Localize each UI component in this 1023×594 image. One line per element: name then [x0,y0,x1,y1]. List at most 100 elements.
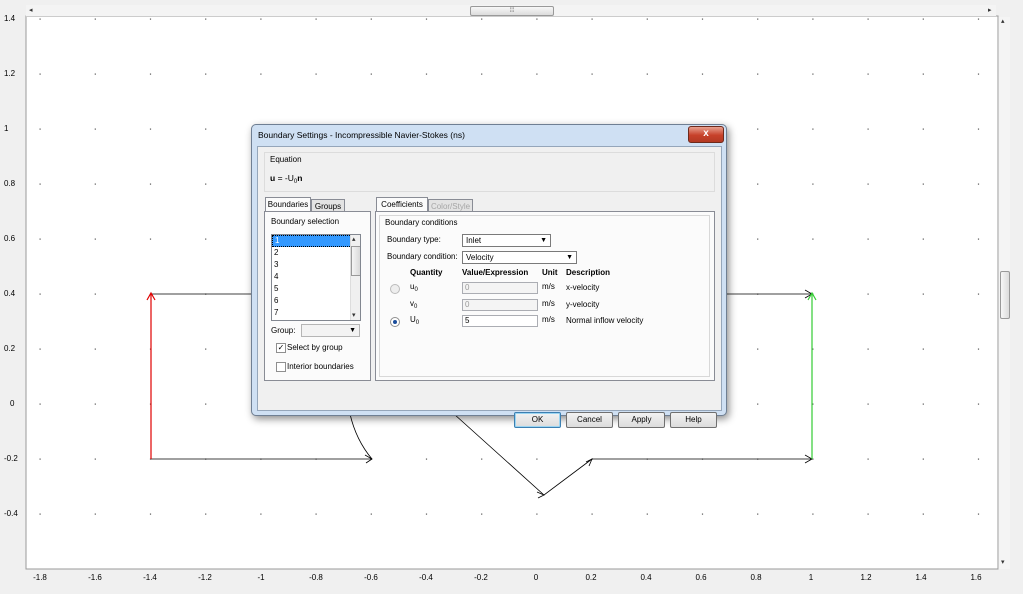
scroll-up-icon[interactable]: ▴ [1001,17,1005,26]
x-tick: 1.6 [970,573,982,582]
quantity-sub: 0 [415,320,420,326]
x-tick: -1.2 [198,573,212,582]
scroll-down-icon[interactable]: ▾ [1001,558,1005,567]
grid-dot [205,128,207,130]
group-label: Group: [271,326,296,335]
grid-dot [94,293,96,295]
boundary-condition-select[interactable]: Velocity ▼ [462,251,577,264]
cancel-button[interactable]: Cancel [566,412,613,428]
y-tick: -0.2 [4,454,18,463]
v0-value-input[interactable]: 0 [462,299,538,311]
list-item[interactable]: 4 [272,271,360,283]
vertical-scrollbar[interactable]: ▴ ▾ [998,17,1010,569]
grid-dot [94,348,96,350]
grid-dot [867,73,869,75]
quantity-v0: v0 [410,299,417,310]
scroll-up-icon[interactable]: ▴ [352,235,356,244]
grid-dot [205,513,207,515]
y-tick: 0.6 [4,234,16,243]
header-unit: Unit [542,268,558,277]
grid-dot [39,183,41,185]
grid-dot [260,73,262,75]
scroll-left-icon[interactable]: ◂ [29,6,33,15]
list-scroll-thumb[interactable] [351,246,360,276]
select-by-group-checkbox[interactable]: ✓ [276,343,286,353]
y-tick: 0 [10,399,15,408]
scroll-down-icon[interactable]: ▾ [352,311,356,320]
grid-dot [977,18,980,20]
grid-dot [205,403,207,405]
grid-dot [867,183,869,185]
list-item[interactable]: 5 [272,283,360,295]
x-tick: -0.2 [474,573,488,582]
equation-group: Equation u = -U0n [264,152,715,192]
grid-dot [260,513,262,515]
radio-U0[interactable] [390,317,400,327]
grid-dot [536,458,538,460]
group-combo[interactable]: ▼ [301,324,360,337]
tab-boundaries[interactable]: Boundaries [265,197,311,212]
grid-dot [646,73,648,75]
grid-dot [867,348,869,350]
y-tick: 0.2 [4,344,16,353]
grid-dot [536,513,538,515]
grid-dot [867,128,869,130]
coefficients-panel: Boundary conditions Boundary type: Inlet… [375,211,715,381]
grid-dot [149,128,152,130]
grid-dot [536,18,538,20]
dialog-titlebar[interactable]: Boundary Settings - Incompressible Navie… [252,125,726,146]
grid-dot [812,513,814,515]
U0-value-input[interactable]: 5 [462,315,538,327]
boundary-selection-list[interactable]: 1 2 3 4 5 6 7 ▴ ▾ [271,234,361,321]
interior-boundaries-checkbox[interactable] [276,362,286,372]
grid-dot [922,18,924,20]
grid-dot [149,238,152,240]
equation-rhs: n [297,173,303,183]
quantity-sub: 0 [414,304,418,310]
grid-dot [922,73,924,75]
u0-value-input[interactable]: 0 [462,282,538,294]
list-item[interactable]: 3 [272,259,360,271]
list-item[interactable]: 2 [272,247,360,259]
grid-dot [370,18,372,20]
horizontal-scroll-thumb[interactable]: ⦙⦙⦙ [470,6,554,16]
grid-dot [536,73,538,75]
dialog-client: Equation u = -U0n Boundaries Groups Boun… [257,146,722,428]
y-tick: -0.4 [4,509,18,518]
grid-dot [591,513,593,515]
scroll-right-icon[interactable]: ▸ [988,6,992,15]
x-tick: -1.8 [33,573,47,582]
grid-dot [977,183,980,185]
horizontal-scrollbar[interactable]: ◂ ⦙⦙⦙ ▸ [26,5,996,17]
grid-dot [39,128,41,130]
grid-dot [94,458,96,460]
y-tick: 1 [4,124,9,133]
list-item[interactable]: 7 [272,307,360,319]
grid-dot [977,238,980,240]
list-item[interactable]: 6 [272,295,360,307]
list-item[interactable]: 1 [272,235,360,247]
ok-button[interactable]: OK [514,412,561,428]
close-button[interactable]: x [688,126,724,143]
radio-u0[interactable] [390,284,400,294]
unit-v0: m/s [542,299,555,308]
header-description: Description [566,268,611,277]
vertical-scroll-thumb[interactable] [1000,271,1010,319]
list-scrollbar[interactable]: ▴ ▾ [350,235,360,320]
x-tick: 1.4 [915,573,927,582]
grid-dot [812,18,814,20]
grid-dot [977,458,980,460]
tab-coefficients[interactable]: Coefficients [376,197,428,212]
grid-dot [591,18,593,20]
grid-dot [94,128,96,130]
apply-button[interactable]: Apply [618,412,665,428]
boundary-type-select[interactable]: Inlet ▼ [462,234,551,247]
boundaries-panel: Boundary selection 1 2 3 4 5 6 7 ▴ ▾ Gro… [264,211,371,381]
grid-dot [812,238,814,240]
chevron-down-icon: ▼ [540,237,547,244]
description-v0: y-velocity [566,300,600,309]
grid-dot [39,238,41,240]
grid-dot [757,513,759,515]
help-button[interactable]: Help [670,412,717,428]
x-tick: -1.4 [143,573,157,582]
